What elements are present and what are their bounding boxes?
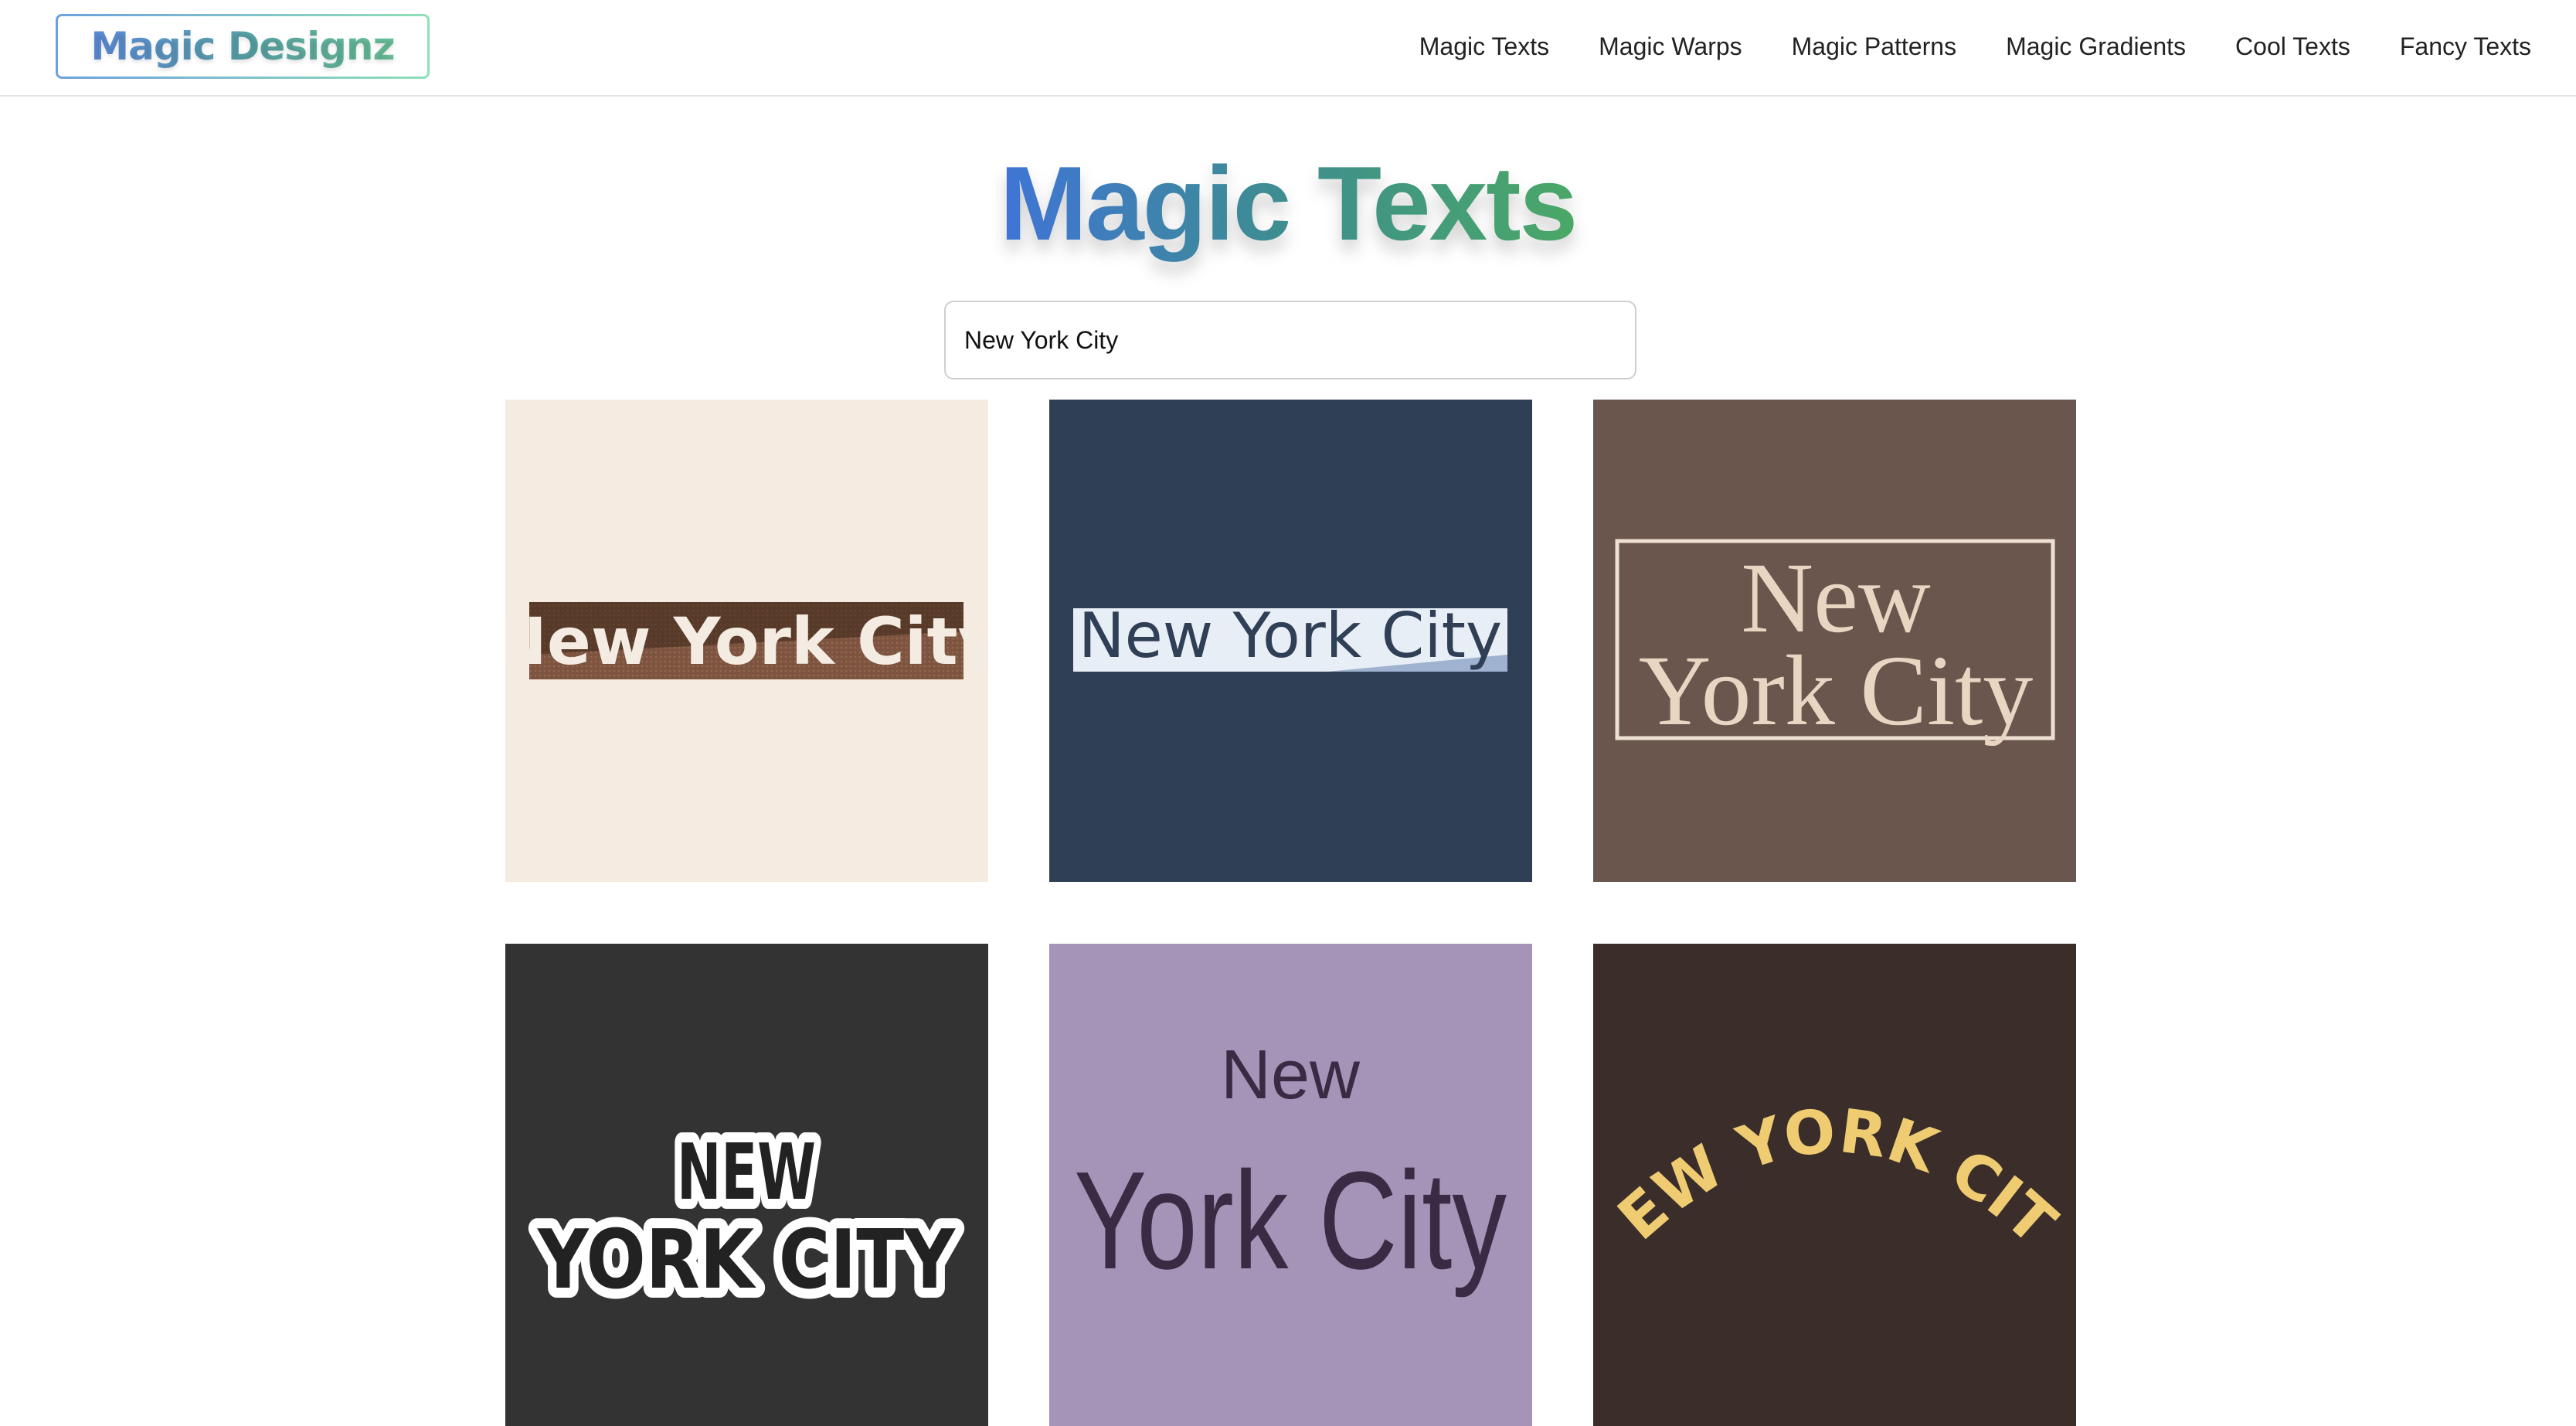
design-text: New York City <box>1079 600 1503 672</box>
design-text-arched: NEW YORK CITY <box>1593 944 2068 1258</box>
design-preview-2: New York City <box>1073 600 1507 672</box>
design-preview-3: New York City <box>1615 539 2055 747</box>
design-text-line2: York City <box>1639 635 2034 747</box>
design-text-line1: New <box>1221 1036 1361 1114</box>
design-text-line2: YORK CITY <box>536 1213 956 1307</box>
main-nav: Magic Texts Magic Warps Magic Patterns M… <box>1370 0 2531 93</box>
top-navbar: Magic Designz Magic Texts Magic Warps Ma… <box>0 0 2576 97</box>
nav-link-magic-gradients[interactable]: Magic Gradients <box>2006 32 2186 61</box>
design-text-line2: York City <box>1074 1143 1507 1298</box>
page-title-text: Magic Texts <box>999 145 1578 262</box>
nav-link-magic-patterns[interactable]: Magic Patterns <box>1792 32 1956 61</box>
nav-link-cool-texts[interactable]: Cool Texts <box>2235 32 2350 61</box>
nav-link-magic-warps[interactable]: Magic Warps <box>1599 32 1742 61</box>
text-input[interactable] <box>944 301 1636 379</box>
nav-link-magic-texts[interactable]: Magic Texts <box>1419 32 1549 61</box>
design-preview-5: New York City <box>1074 1036 1507 1298</box>
design-preview-6: NEW YORK CITY <box>1593 944 2068 1258</box>
design-card-5[interactable]: New York City <box>1049 944 1532 1426</box>
design-preview-4: NEW YORK CITY <box>526 1117 966 1317</box>
logo-button[interactable]: Magic Designz <box>56 14 430 79</box>
nav-link-fancy-texts[interactable]: Fancy Texts <box>2400 32 2531 61</box>
design-text-line1: NEW <box>677 1127 816 1217</box>
design-text: NEW YORK CITY <box>1593 944 2068 1258</box>
design-card-2[interactable]: New York City <box>1049 400 1532 882</box>
page-title: Magic Texts <box>0 151 2576 256</box>
design-card-6[interactable]: NEW YORK CITY <box>1593 944 2076 1426</box>
design-card-1[interactable]: New York City <box>505 400 988 882</box>
design-card-4[interactable]: NEW YORK CITY <box>505 944 988 1426</box>
logo-text: Magic Designz <box>90 24 395 69</box>
design-preview-1: New York City <box>505 602 988 679</box>
design-text: New York City <box>505 604 988 679</box>
design-card-3[interactable]: New York City <box>1593 400 2076 882</box>
